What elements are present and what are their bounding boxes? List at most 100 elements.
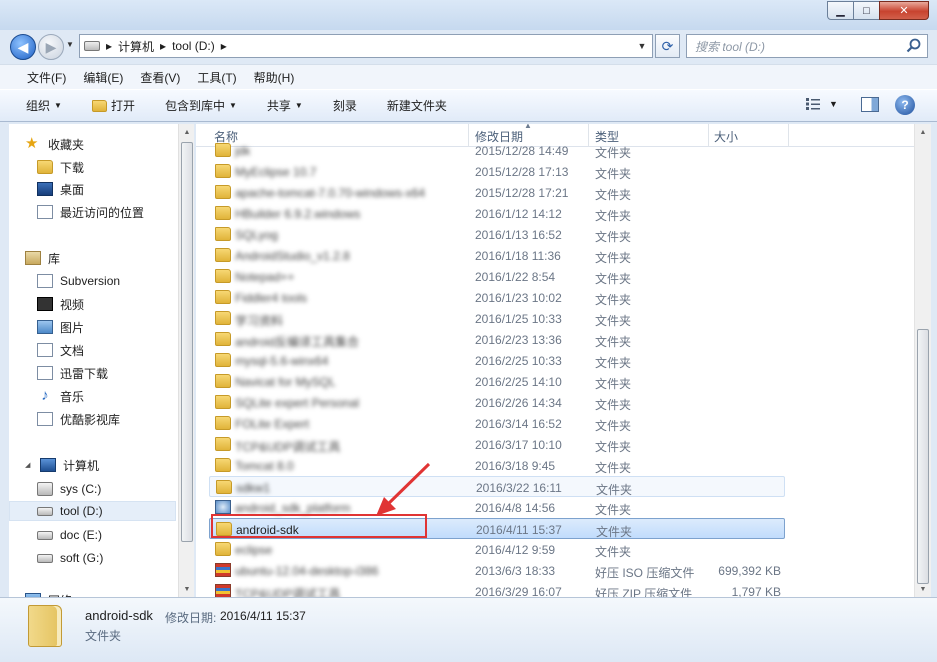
menu-edit[interactable]: 编辑(E) xyxy=(82,67,124,88)
file-type: 文件夹 xyxy=(595,335,632,349)
share-button[interactable]: 共享 ▼ xyxy=(267,97,303,114)
picture-icon xyxy=(37,320,53,334)
folder-icon xyxy=(215,311,231,325)
nav-libraries[interactable]: 库 xyxy=(25,248,60,268)
thunder-download-icon xyxy=(37,366,53,380)
file-row[interactable]: HBuilder 6.9.2.windows 2016/1/12 14:12 文件夹 xyxy=(209,203,785,224)
nav-drive-e[interactable]: doc (E:) xyxy=(37,525,102,545)
file-row[interactable]: eclipse 2016/4/12 9:59 文件夹 xyxy=(209,539,785,560)
help-icon[interactable]: ? xyxy=(895,95,915,115)
breadcrumb-separator[interactable]: ▸ xyxy=(221,39,227,53)
open-button[interactable]: 打开 xyxy=(91,97,135,114)
expand-icon[interactable]: ◢ xyxy=(25,461,33,469)
nav-desktop[interactable]: 桌面 xyxy=(37,179,84,199)
maximize-button[interactable]: □ xyxy=(853,1,880,20)
scroll-thumb[interactable] xyxy=(917,329,929,584)
library-icon xyxy=(25,251,41,265)
search-icon[interactable] xyxy=(906,38,922,54)
change-view-icon[interactable] xyxy=(805,97,821,111)
file-date: 2016/2/26 14:34 xyxy=(475,396,562,410)
recent-pages-dropdown[interactable]: ▼ xyxy=(66,40,76,54)
nav-youku-library[interactable]: 优酷影视库 xyxy=(37,409,120,429)
nav-downloads[interactable]: 下载 xyxy=(37,157,84,177)
file-list-scrollbar[interactable]: ▲ ▼ xyxy=(914,124,931,597)
nav-label: soft (G:) xyxy=(60,551,104,565)
nav-documents[interactable]: 文档 xyxy=(37,340,84,360)
nav-drive-d[interactable]: tool (D:) xyxy=(9,501,176,521)
scroll-up-arrow[interactable]: ▲ xyxy=(915,124,931,140)
nav-drive-g[interactable]: soft (G:) xyxy=(37,548,103,568)
minimize-button[interactable]: ▁ xyxy=(827,1,854,20)
file-row[interactable]: 学习资料 2016/1/25 10:33 文件夹 xyxy=(209,308,785,329)
nav-music[interactable]: ♪ 音乐 xyxy=(37,386,84,406)
file-row[interactable]: mysql-5.6-winx64 2016/2/25 10:33 文件夹 xyxy=(209,350,785,371)
column-divider[interactable] xyxy=(788,124,789,147)
breadcrumb-separator[interactable]: ▸ xyxy=(106,39,112,53)
file-date: 2016/1/13 16:52 xyxy=(475,228,562,242)
folder-icon xyxy=(215,227,231,241)
nav-favorites[interactable]: ★ 收藏夹 xyxy=(25,134,84,154)
address-bar[interactable]: ▸ 计算机 ▸ tool (D:) ▸ xyxy=(79,34,653,58)
scroll-up-arrow[interactable]: ▲ xyxy=(179,124,195,140)
breadcrumb-tool-drive[interactable]: tool (D:) xyxy=(172,39,215,53)
file-row[interactable]: Fiddler4 tools 2016/1/23 10:02 文件夹 xyxy=(209,287,785,308)
breadcrumb-computer[interactable]: 计算机 xyxy=(118,38,154,55)
burn-button[interactable]: 刻录 xyxy=(333,97,357,114)
file-row[interactable]: Notepad++ 2016/1/22 8:54 文件夹 xyxy=(209,266,785,287)
file-row[interactable]: ubuntu-12.04-desktop-i386 2013/6/3 18:33 好… xyxy=(209,560,785,581)
nav-computer[interactable]: ◢ 计算机 xyxy=(25,455,99,475)
file-row[interactable]: AndroidStudio_v1.2.8 2016/1/18 11:36 文件夹 xyxy=(209,245,785,266)
nav-recent-places[interactable]: 最近访问的位置 xyxy=(37,202,144,222)
view-options-dropdown[interactable]: ▼ xyxy=(829,99,838,109)
address-dropdown-button[interactable]: ▼ xyxy=(632,37,652,55)
file-name: SQLite expert Personal xyxy=(235,396,360,410)
close-button[interactable]: ✕ xyxy=(879,1,929,20)
nav-thunder-downloads[interactable]: 迅雷下载 xyxy=(37,363,108,383)
forward-button[interactable]: ▶ xyxy=(38,34,64,60)
breadcrumb-separator[interactable]: ▸ xyxy=(160,39,166,53)
refresh-button[interactable]: ⟳ xyxy=(655,34,680,58)
menu-help[interactable]: 帮助(H) xyxy=(253,67,296,88)
file-row[interactable]: TCP&UDP调试工具 2016/3/17 10:10 文件夹 xyxy=(209,434,785,455)
scroll-down-arrow[interactable]: ▼ xyxy=(915,581,931,597)
menu-view[interactable]: 查看(V) xyxy=(139,67,181,88)
organize-button[interactable]: 组织 ▼ xyxy=(26,97,62,114)
file-row[interactable]: apache-tomcat-7.0.70-windows-x64 2015/12/… xyxy=(209,182,785,203)
nav-label: 图片 xyxy=(60,320,85,335)
file-row[interactable]: FOLite Expert 2016/3/14 16:52 文件夹 xyxy=(209,413,785,434)
file-date: 2016/2/25 14:10 xyxy=(475,375,562,389)
organize-label: 组织 xyxy=(26,99,51,113)
back-button[interactable]: ◀ xyxy=(10,34,36,60)
menu-file[interactable]: 文件(F) xyxy=(26,67,67,88)
include-in-library-button[interactable]: 包含到库中 ▼ xyxy=(165,97,237,114)
file-row[interactable]: TCP&UDP调试工具 2016/3/29 16:07 好压 ZIP 压缩文件 1,7… xyxy=(209,581,785,597)
file-row[interactable]: android反编译工具集合 2016/2/23 13:36 文件夹 xyxy=(209,329,785,350)
search-input[interactable]: 搜索 tool (D:) xyxy=(686,34,928,58)
file-date: 2016/1/18 11:36 xyxy=(475,249,561,263)
scroll-down-arrow[interactable]: ▼ xyxy=(179,581,195,597)
file-row[interactable]: MyEclipse 10.7 2015/12/28 17:13 文件夹 xyxy=(209,161,785,182)
menu-tools[interactable]: 工具(T) xyxy=(196,67,237,88)
details-date: 2016/4/11 15:37 xyxy=(220,609,306,623)
new-folder-button[interactable]: 新建文件夹 xyxy=(387,97,447,114)
nav-network[interactable]: 网络 xyxy=(25,590,72,597)
nav-drive-c[interactable]: sys (C:) xyxy=(37,479,101,499)
details-type: 文件夹 xyxy=(85,629,122,643)
chevron-down-icon: ▼ xyxy=(294,101,303,110)
nav-scrollbar[interactable]: ▲ ▼ xyxy=(178,124,194,597)
scroll-thumb[interactable] xyxy=(181,142,193,542)
file-date: 2016/2/23 13:36 xyxy=(475,333,562,347)
file-row[interactable]: SQLite expert Personal 2016/2/26 14:34 文件夹 xyxy=(209,392,785,413)
file-row[interactable]: Navicat for MySQL 2016/2/25 14:10 文件夹 xyxy=(209,371,785,392)
file-row[interactable]: SQLyog 2016/1/13 16:52 文件夹 xyxy=(209,224,785,245)
title-bar xyxy=(0,0,937,30)
file-row[interactable]: jdk 2015/12/28 14:49 文件夹 xyxy=(209,140,785,161)
preview-pane-icon[interactable] xyxy=(861,97,879,112)
nav-pictures[interactable]: 图片 xyxy=(37,317,84,337)
sort-ascending-icon: ▲ xyxy=(524,124,532,130)
file-row[interactable]: Tomcat 8.0 2016/3/18 9:45 文件夹 xyxy=(209,455,785,476)
nav-videos[interactable]: 视频 xyxy=(37,294,84,314)
file-name: SQLyog xyxy=(235,228,278,242)
file-row[interactable]: sdkw1 2016/3/22 16:11 文件夹 xyxy=(209,476,785,497)
nav-subversion[interactable]: Subversion xyxy=(37,271,120,291)
